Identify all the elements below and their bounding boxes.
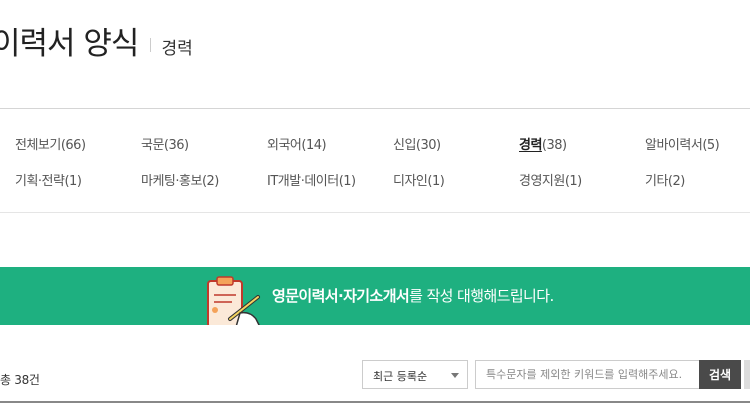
search-button[interactable]: 검색: [699, 360, 741, 389]
category-label: 마케팅·홍보: [141, 174, 202, 189]
category-new-grad[interactable]: 신입(30): [393, 134, 519, 170]
category-design[interactable]: 디자인(1): [393, 170, 519, 206]
page-header: 이력서 양식 경력: [0, 18, 193, 62]
category-label: 알바이력서: [645, 138, 703, 153]
category-label: 기타: [645, 174, 668, 189]
category-row: 기획·전략(1) 마케팅·홍보(2) IT개발·데이터(1) 디자인(1) 경영…: [15, 170, 750, 206]
list-top-divider: [0, 401, 750, 403]
category-count: (2): [201, 174, 219, 189]
category-label: 외국어: [267, 138, 302, 153]
page-subtitle: 경력: [161, 39, 193, 59]
category-marketing-pr[interactable]: 마케팅·홍보(2): [141, 170, 267, 206]
banner-highlight: 영문이력서·자기소개서: [272, 287, 410, 305]
category-korean[interactable]: 국문(36): [141, 134, 267, 170]
category-label: 신입: [393, 138, 416, 153]
page-title: 이력서 양식: [0, 26, 139, 62]
category-count: (66): [60, 138, 86, 153]
clipboard-pen-illustration: [207, 276, 260, 325]
chevron-down-icon: [451, 373, 459, 378]
category-etc[interactable]: 기타(2): [645, 170, 750, 206]
category-count: (36): [163, 138, 189, 153]
category-count: (30): [415, 138, 441, 153]
category-label: IT개발·데이터: [267, 174, 339, 189]
category-label: 전체보기: [15, 138, 61, 153]
search-input[interactable]: [475, 360, 699, 389]
category-label: 기획·전략: [15, 174, 65, 189]
category-count: (5): [702, 138, 720, 153]
category-label: 국문: [141, 138, 164, 153]
header-divider: [0, 108, 750, 109]
category-count: (38): [541, 138, 567, 153]
extra-button[interactable]: [744, 360, 750, 389]
category-count: (1): [427, 174, 445, 189]
title-divider: [150, 38, 152, 52]
category-planning-strategy[interactable]: 기획·전략(1): [15, 170, 141, 206]
sort-selected-value: 최근 등록순: [373, 370, 428, 383]
promo-banner[interactable]: 영문이력서·자기소개서를 작성 대행해드립니다.: [0, 267, 750, 325]
category-filter: 전체보기(66) 국문(36) 외국어(14) 신입(30) 경력(38) 알바…: [15, 134, 750, 206]
category-experienced[interactable]: 경력(38): [519, 134, 645, 170]
category-it-data[interactable]: IT개발·데이터(1): [267, 170, 393, 206]
category-management-support[interactable]: 경영지원(1): [519, 170, 645, 206]
sort-dropdown[interactable]: 최근 등록순: [362, 360, 468, 389]
category-row: 전체보기(66) 국문(36) 외국어(14) 신입(30) 경력(38) 알바…: [15, 134, 750, 170]
category-divider: [0, 212, 750, 213]
category-count: (14): [301, 138, 327, 153]
result-count: 총 38건: [0, 373, 40, 387]
category-count: (1): [338, 174, 356, 189]
category-count: (1): [564, 174, 582, 189]
category-all[interactable]: 전체보기(66): [15, 134, 141, 170]
category-label: 경영지원: [519, 174, 565, 189]
category-count: (2): [667, 174, 685, 189]
banner-text: 영문이력서·자기소개서를 작성 대행해드립니다.: [272, 285, 554, 306]
category-foreign-language[interactable]: 외국어(14): [267, 134, 393, 170]
category-label: 디자인: [393, 174, 428, 189]
category-label: 경력: [519, 138, 542, 153]
banner-rest: 를 작성 대행해드립니다.: [409, 287, 554, 305]
category-count: (1): [64, 174, 82, 189]
category-part-time[interactable]: 알바이력서(5): [645, 134, 750, 170]
